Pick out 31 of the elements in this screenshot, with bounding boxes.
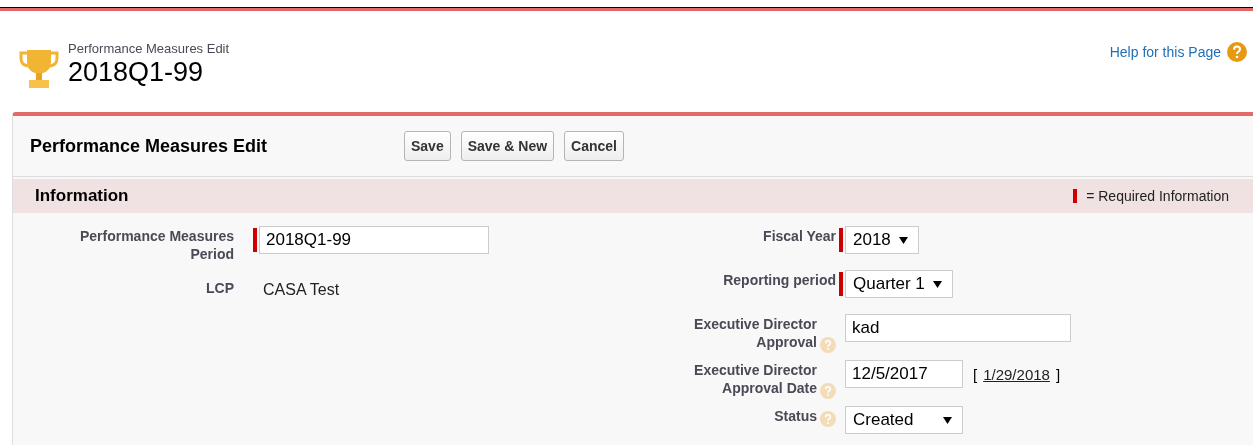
field-label: Reporting period: [723, 271, 836, 289]
panel-title: Performance Measures Edit: [30, 135, 269, 157]
date-field[interactable]: 12/5/2017: [845, 360, 963, 388]
text-field[interactable]: 2018Q1-99: [259, 226, 489, 254]
field-label: Fiscal Year: [763, 227, 836, 245]
record-title: 2018Q1-99: [68, 57, 205, 88]
section-title: Information: [35, 186, 129, 206]
action-button[interactable]: Save: [404, 131, 451, 161]
dropdown[interactable]: Created: [845, 406, 963, 434]
bracket: ]: [1055, 365, 1061, 383]
text-field[interactable]: kad: [845, 314, 1071, 342]
help-icon[interactable]: [1227, 42, 1247, 62]
required-marker: [1073, 189, 1078, 203]
field-label: Status: [774, 407, 817, 425]
field-value: CASA Test: [262, 281, 340, 299]
caret-icon: [943, 416, 952, 424]
field-label: Performance Measures Period: [78, 227, 234, 263]
field-label: Executive Director Approval Date: [693, 361, 817, 397]
action-button[interactable]: Save & New: [460, 131, 555, 161]
legend-text: = Required Information: [1086, 188, 1229, 204]
field-label: Executive Director Approval: [693, 315, 817, 351]
action-button[interactable]: Cancel: [564, 131, 624, 161]
help-link[interactable]: Help for this Page: [1109, 44, 1221, 60]
today-date-link[interactable]: 1/29/2018: [983, 365, 1050, 383]
page-type-label: Performance Measures Edit: [68, 41, 230, 56]
caret-icon: [932, 280, 942, 288]
dropdown[interactable]: Quarter 1: [845, 270, 953, 298]
field-label: LCP: [206, 279, 234, 297]
dropdown[interactable]: 2018: [845, 226, 919, 254]
bracket: [: [973, 365, 978, 383]
caret-icon: [898, 236, 908, 244]
